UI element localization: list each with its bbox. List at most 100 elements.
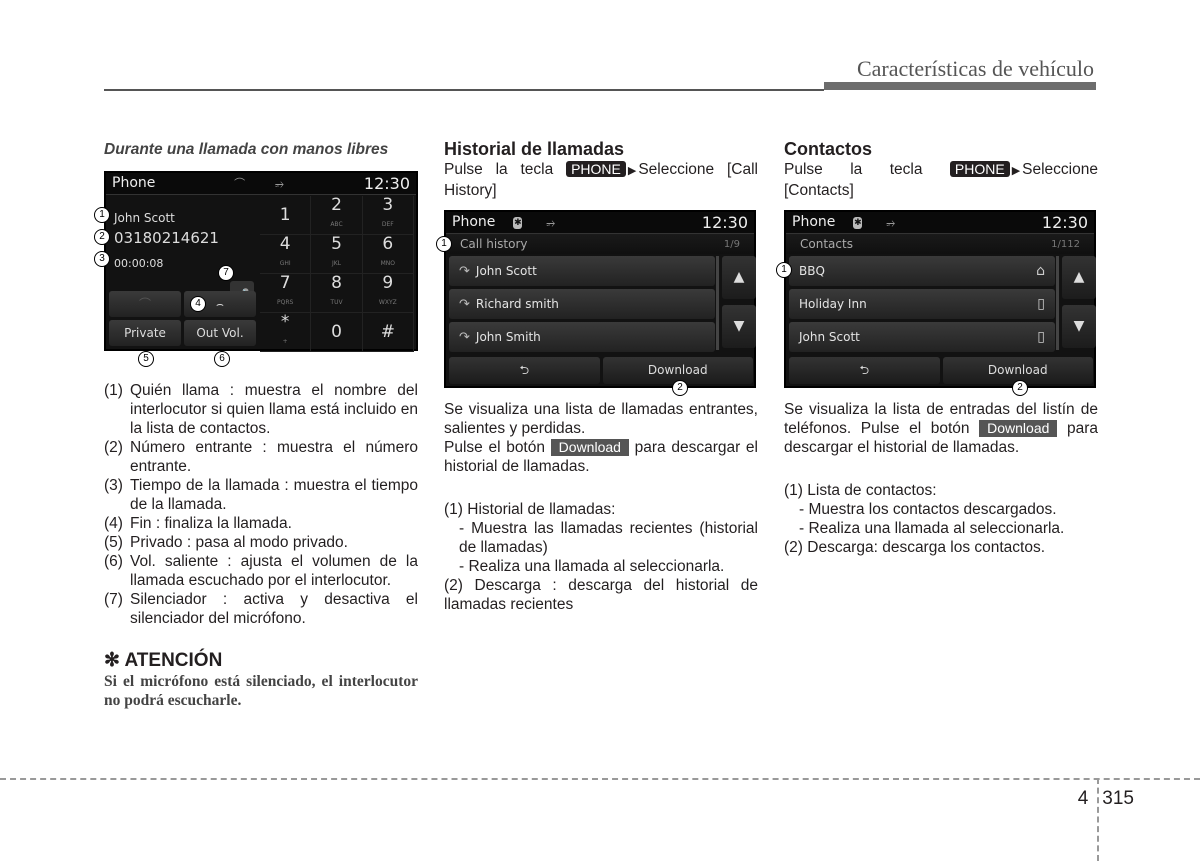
back-arrow-icon: ⮌ — [519, 363, 530, 377]
bottom-bar: ⮌ Download — [789, 357, 1093, 384]
key-letters: WXYZ — [378, 299, 397, 306]
clock: 12:30 — [363, 174, 410, 193]
instruction: Pulse la tecla PHONE ▶ Seleccione [Contact… — [784, 160, 1098, 200]
keypad-key[interactable]: 7 PQRS — [260, 273, 312, 313]
key-digit: 9 — [382, 273, 394, 293]
status-bar: Phone ⌒ ⭌ 12:30 — [106, 173, 416, 195]
list-title: Contacts — [800, 236, 853, 251]
attention-body: Si el micrófono está silenciado, el inte… — [104, 673, 418, 709]
item-text: Fin : finaliza la llamada. — [130, 515, 292, 532]
scroll-down-button[interactable]: ▼ — [1062, 305, 1096, 348]
outgoing-call-icon: ↷ — [459, 296, 470, 312]
item-number: (4) — [104, 515, 123, 532]
call-history-row[interactable]: ↷ John Smith — [449, 322, 715, 352]
list-subitem: - Realiza una llamada al seleccionarla. — [799, 520, 1065, 537]
scrollbar[interactable] — [716, 256, 719, 350]
triangle-down-icon: ▼ — [1073, 318, 1085, 334]
handset-icon: ⌒ — [234, 177, 246, 190]
keypad-key[interactable]: 1 — [260, 196, 312, 235]
page-number-value: 315 — [1102, 788, 1134, 809]
bluetooth-icon: ✱ — [853, 216, 863, 229]
contact-row[interactable]: BBQ ⌂ — [789, 256, 1055, 286]
callout-2: 2 — [672, 380, 688, 396]
key-letters: ABC — [330, 221, 343, 228]
key-digit: 1 — [279, 204, 291, 225]
triangle-down-icon: ▼ — [733, 318, 745, 334]
page-counter: 1/112 — [1051, 238, 1080, 250]
description-download: Pulse el botón Download para descargar e… — [444, 438, 758, 476]
key-digit: 2 — [331, 195, 342, 215]
phone-key-badge: PHONE — [566, 161, 626, 177]
instruction-text: Pulse la tecla — [444, 161, 554, 178]
keypad-key[interactable]: 2 ABC — [311, 195, 363, 235]
key-digit: 0 — [331, 321, 342, 342]
scrollbar[interactable] — [1056, 256, 1059, 350]
home-icon: ⌂ — [1036, 262, 1045, 279]
outgoing-call-icon: ↷ — [459, 263, 470, 279]
section-heading: Durante una llamada con manos libres — [104, 141, 389, 158]
page-counter: 1/9 — [723, 238, 740, 250]
phone-key-badge: PHONE — [949, 161, 1010, 177]
out-vol-button[interactable]: Out Vol. — [184, 320, 256, 346]
private-button[interactable]: Private — [109, 320, 181, 346]
list-subitem: - Muestra los contactos descargados. — [799, 501, 1057, 518]
keypad-key[interactable]: 9 WXYZ — [362, 273, 414, 313]
key-digit: 6 — [382, 234, 394, 254]
hang-up-icon: ⌢ — [216, 296, 224, 311]
callout-5: 5 — [138, 351, 154, 367]
keypad-key[interactable]: 0 — [311, 313, 363, 352]
contact-row[interactable]: John Scott ▯ — [789, 322, 1055, 352]
scroll-down-button[interactable]: ▼ — [722, 305, 756, 348]
key-digit: # — [380, 321, 395, 342]
description: Se visualiza una lista de llamadas entra… — [444, 401, 758, 437]
keypad-key[interactable]: 8 TUV — [311, 273, 363, 313]
outgoing-call-icon: ↷ — [459, 329, 470, 345]
list-item: (2) Número entrante : muestra el número e… — [104, 438, 418, 476]
list-item: (1) Lista de contactos: — [784, 482, 937, 499]
clock: 12:30 — [701, 213, 748, 232]
back-arrow-icon: ⮌ — [859, 363, 870, 377]
contact-row[interactable]: Holiday Inn ▯ — [789, 289, 1055, 319]
keypad-key[interactable]: 5 JKL — [311, 235, 363, 274]
footer-divider — [0, 778, 1200, 780]
arrow-right-icon: ▶ — [627, 165, 637, 177]
keypad-key[interactable]: * + — [260, 313, 312, 352]
callout-7: 7 — [218, 265, 234, 281]
call-history-row[interactable]: ↷ John Scott — [449, 256, 715, 286]
handset-icon: ⌒ — [138, 296, 151, 311]
item-text: Número entrante : muestra el número entr… — [130, 439, 418, 475]
contact-name: John Scott — [475, 263, 537, 278]
keypad-key[interactable]: # — [362, 313, 414, 352]
scroll-up-button[interactable]: ▲ — [722, 256, 756, 299]
list-subitem: - Muestra las llamadas recientes (histor… — [459, 520, 758, 556]
column-hands-free: Durante una llamada con manos libres Pho… — [94, 138, 418, 710]
key-letters: MNO — [380, 260, 396, 267]
keypad-key[interactable]: 3 DEF — [362, 196, 414, 235]
back-button[interactable]: ⮌ — [449, 357, 600, 384]
contact-name: Holiday Inn — [799, 296, 867, 311]
list-item: (2) Descarga: descarga los contactos. — [784, 539, 1046, 556]
call-history-screen: Phone ✱ ⭌ 12:30 Call history 1/9 ↷ John S… — [436, 210, 756, 396]
item-number: (5) — [104, 534, 123, 551]
section-heading: Contactos — [784, 139, 873, 159]
call-history-row[interactable]: ↷ Richard smith — [449, 289, 715, 319]
column-contacts: Contactos Pulse la tecla PHONE ▶ Seleccion… — [776, 138, 1098, 557]
instruction-text: Pulse la tecla — [784, 161, 923, 178]
triangle-up-icon: ▲ — [1073, 269, 1085, 285]
list-header: Call history 1/9 — [446, 234, 754, 254]
keypad-key[interactable]: 4 GHI — [260, 235, 312, 274]
contacts-screen: Phone ✱ ⭌ 12:30 Contacts 1/112 BBQ ⌂ Holid… — [776, 210, 1096, 396]
callout-1: 1 — [776, 262, 792, 278]
key-digit: 8 — [331, 273, 342, 293]
callout-4: 4 — [190, 296, 206, 312]
key-letters: DEF — [381, 221, 394, 228]
back-button[interactable]: ⮌ — [789, 357, 940, 384]
accept-call-button[interactable]: ⌒ — [109, 291, 181, 317]
list-item: (1) Quién llama : muestra el nombre del i… — [104, 381, 418, 438]
scroll-up-button[interactable]: ▲ — [1062, 256, 1096, 299]
call-history-list: ↷ John Scott ↷ Richard smith ↷ John Smith — [449, 256, 715, 355]
keypad-key[interactable]: 6 MNO — [362, 234, 414, 274]
item-text: Silenciador : activa y desactiva el sile… — [130, 591, 418, 627]
mobile-phone-icon: ▯ — [1037, 328, 1045, 345]
key-digit: 7 — [279, 273, 291, 293]
